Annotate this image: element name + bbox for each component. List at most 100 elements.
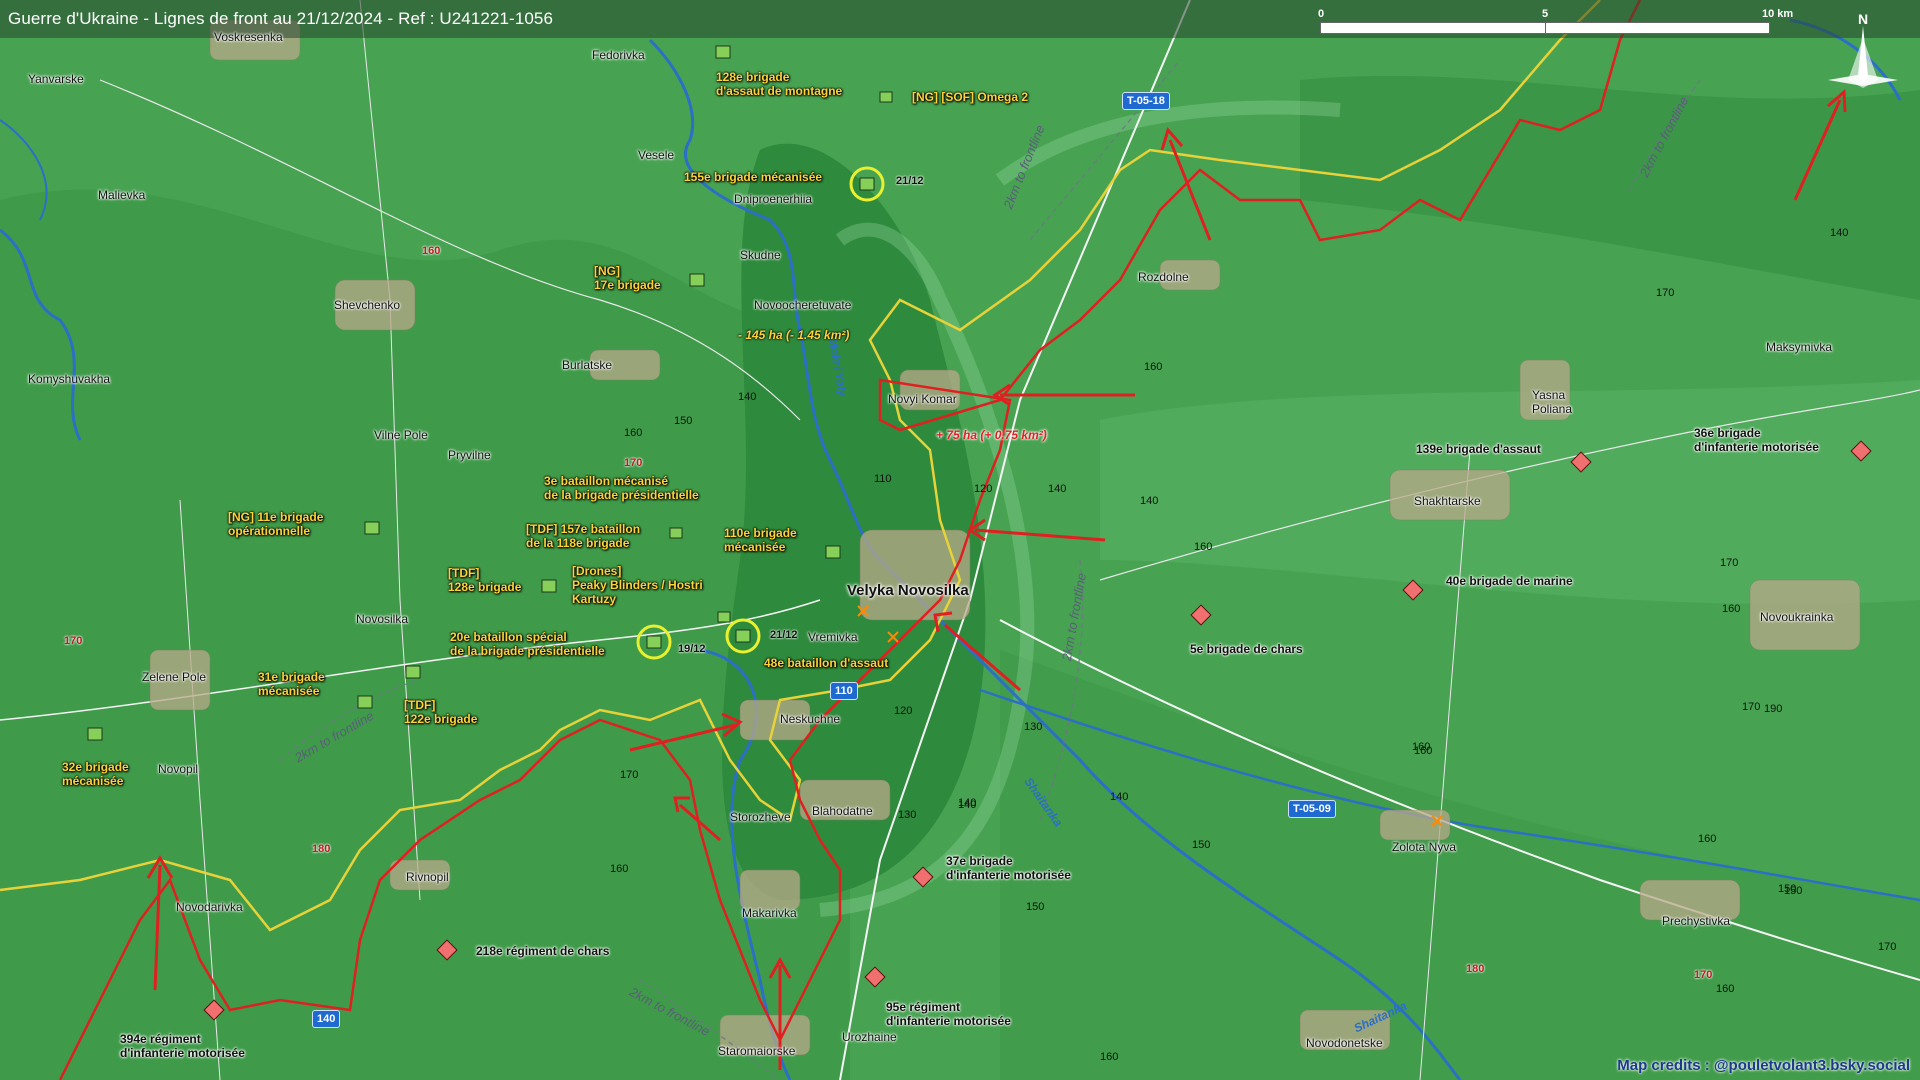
ru-unit-37[interactable]: 37e brigade d'infanterie motorisée [946,854,1071,882]
date-label: 21/12 [896,175,924,187]
town-label[interactable]: Storozheve [730,810,791,824]
town-label[interactable]: Skudne [740,248,781,262]
scale-bar-mid [1545,22,1546,34]
town-label[interactable]: Burlatske [562,358,612,372]
elevation-label: 120 [974,483,993,495]
terrain-layer [0,0,1920,1080]
ua-unit-32[interactable]: 32e brigade mécanisée [62,760,129,788]
ua-unit-drones[interactable]: [Drones] Peaky Blinders / Hostri Kartuzy [572,564,703,606]
elevation-label: 170 [624,457,643,469]
elevation-label: 160 [610,863,629,875]
elevation-label: 170 [1656,287,1675,299]
town-label[interactable]: Fedorivka [592,48,645,62]
town-label[interactable]: Vilne Pole [374,428,428,442]
town-label[interactable]: Novoukrainka [1760,610,1833,624]
scale-tick-0: 0 [1318,8,1325,20]
town-label[interactable]: Novyi Komar [888,392,957,406]
ua-unit-110[interactable]: 110e brigade mécanisée [724,526,797,554]
ru-unit-218[interactable]: 218e régiment de chars [476,944,609,958]
town-label[interactable]: Dniproenerhiia [734,192,812,206]
town-label[interactable]: Komyshuvakha [28,372,110,386]
town-label[interactable]: Staromaiorske [718,1044,795,1058]
ua-unit-48[interactable]: 48e bataillon d'assaut [764,656,888,670]
elevation-label: 170 [1742,701,1761,713]
town-label[interactable]: Shakhtarske [1414,494,1481,508]
compass-north-label: N [1858,11,1868,27]
road-badge-t0509: T-05-09 [1288,800,1336,818]
town-label[interactable]: Zolota Nyva [1392,840,1456,854]
elevation-label: 170 [1694,969,1713,981]
elevation-label: 150 [1778,883,1797,895]
ua-unit-128-mountain[interactable]: 128e brigade d'assaut de montagne [716,70,842,98]
elevation-label: 140 [1140,495,1159,507]
ua-unit-omega2[interactable]: [NG] [SOF] Omega 2 [912,90,1028,104]
ua-unit-20bat[interactable]: 20e bataillon spécial de la brigade prés… [450,630,605,658]
elevation-label: 160 [1194,541,1213,553]
ua-unit-3bat[interactable]: 3e bataillon mécanisé de la brigade prés… [544,474,699,502]
elevation-label: 190 [1764,703,1783,715]
town-label[interactable]: Blahodatne [812,804,873,818]
town-label[interactable]: Malievka [98,188,145,202]
ua-unit-31[interactable]: 31e brigade mécanisée [258,670,325,698]
town-label[interactable]: Vremivka [808,630,858,644]
elevation-label: 150 [1192,839,1211,851]
map-credits[interactable]: Map credits : @pouletvolant3.bsky.social [1617,1057,1910,1074]
date-label: 19/12 [678,643,706,655]
town-velyka-novosilka[interactable]: Velyka Novosilka [847,583,969,598]
ua-unit-155[interactable]: 155e brigade mécanisée [684,170,822,184]
elevation-label: 110 [874,473,892,485]
elevation-label: 140 [738,391,757,403]
town-label[interactable]: Voskresenka [214,30,283,44]
ua-unit-ng17[interactable]: [NG] 17e brigade [594,264,661,292]
elevation-label: 130 [898,809,917,821]
ru-unit-394[interactable]: 394e régiment d'infanterie motorisée [120,1032,245,1060]
town-label[interactable]: Rozdolne [1138,270,1189,284]
town-label[interactable]: Vesele [638,148,674,162]
ua-unit-tdf157[interactable]: [TDF] 157e bataillon de la 118e brigade [526,522,640,550]
ru-unit-95[interactable]: 95e régiment d'infanterie motorisée [886,1000,1011,1028]
town-label[interactable]: Novodonetske [1306,1036,1383,1050]
compass-rose-icon: N [1828,11,1898,88]
ru-unit-36[interactable]: 36e brigade d'infanterie motorisée [1694,426,1819,454]
town-label[interactable]: Maksymivka [1766,340,1832,354]
map-canvas[interactable]: Guerre d'Ukraine - Lignes de front au 21… [0,0,1920,1080]
ru-unit-5[interactable]: 5e brigade de chars [1190,642,1303,656]
road-badge-t0518: T-05-18 [1122,92,1170,110]
town-label[interactable]: Makarivka [742,906,797,920]
territory-gain-label: + 75 ha (+ 0.75 km²) [936,428,1047,442]
elevation-label: 140 [1830,227,1849,239]
ua-unit-ng11[interactable]: [NG] 11e brigade opérationnelle [228,510,323,538]
road-badge-140: 140 [312,1010,341,1028]
map-title: Guerre d'Ukraine - Lignes de front au 21… [8,9,554,28]
elevation-label: 140 [958,799,977,811]
elevation-label: 160 [1716,983,1735,995]
elevation-label: 120 [894,705,913,717]
elevation-label: 150 [1026,901,1045,913]
town-label[interactable]: Novoocheretuvate [754,298,851,312]
town-label[interactable]: Pryvilne [448,448,491,462]
town-label[interactable]: Rivnopil [406,870,449,884]
ua-unit-tdf128[interactable]: [TDF] 128e brigade [448,566,521,594]
town-label[interactable]: Novopil [158,762,198,776]
town-label[interactable]: Yanvarske [28,72,84,86]
town-label[interactable]: Zelene Pole [142,670,206,684]
town-label[interactable]: Novosilka [356,612,408,626]
elevation-label: 170 [64,635,83,647]
ua-unit-tdf122[interactable]: [TDF] 122e brigade [404,698,477,726]
elevation-label: 160 [1414,745,1433,757]
town-label[interactable]: Shevchenko [334,298,400,312]
road-badge-110: 110 [830,682,858,700]
elevation-label: 180 [1466,963,1485,975]
town-label[interactable]: Novodarivka [176,900,243,914]
ru-unit-40[interactable]: 40e brigade de marine [1446,574,1573,588]
town-label[interactable]: Prechystivka [1662,914,1730,928]
elevation-label: 180 [312,843,331,855]
elevation-label: 160 [1144,361,1163,373]
town-label[interactable]: Neskuchne [780,712,840,726]
elevation-label: 160 [624,427,643,439]
elevation-label: 170 [620,769,639,781]
town-label[interactable]: Yasna Poliana [1532,388,1592,416]
ru-unit-139[interactable]: 139e brigade d'assaut [1416,442,1541,456]
town-label[interactable]: Urozhaine [842,1030,897,1044]
elevation-label: 170 [1878,941,1897,953]
